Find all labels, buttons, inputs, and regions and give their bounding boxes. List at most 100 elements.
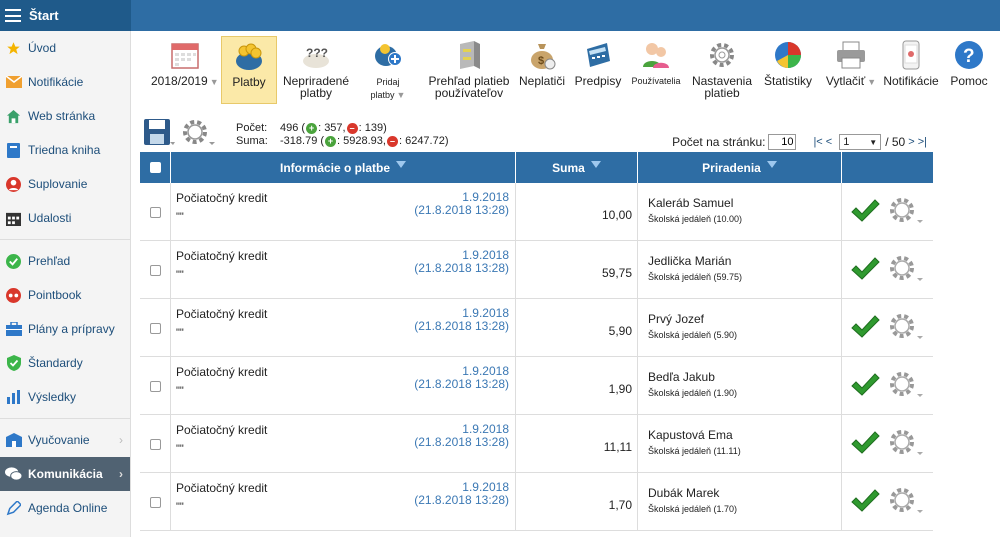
actions-cell xyxy=(842,473,933,531)
dropdown-arrow-icon: ▼ xyxy=(209,77,219,87)
sum-value: 1,90 xyxy=(608,382,632,396)
sidebar-separator xyxy=(0,418,130,419)
gear-icon[interactable] xyxy=(888,312,924,345)
calendar-icon xyxy=(5,210,22,227)
actions-cell xyxy=(842,183,933,241)
sidebar-item-web-stranka[interactable]: Web stránka xyxy=(0,99,130,133)
notifikacie-button[interactable]: Notifikácie xyxy=(883,39,939,87)
select-all-header[interactable] xyxy=(140,152,171,183)
year-selector[interactable]: 2018/2019 ▼ xyxy=(151,39,219,88)
dropdown-arrow-icon: ▼ xyxy=(867,77,877,87)
vytlacit-button[interactable]: Vytlačiť ▼ xyxy=(823,39,879,88)
person-name[interactable]: Prvý Jozef xyxy=(648,312,704,326)
filter-icon[interactable] xyxy=(396,161,407,168)
page-select[interactable]: 1 ▼ xyxy=(839,134,882,150)
save-icon[interactable] xyxy=(143,118,175,151)
payment-created: (21.8.2018 13:28) xyxy=(414,377,509,391)
gear-icon[interactable] xyxy=(888,254,924,287)
row-checkbox[interactable] xyxy=(149,438,161,450)
pomoc-button[interactable]: ? Pomoc xyxy=(947,39,991,87)
vytlacit-label-row: Vytlačiť ▼ xyxy=(826,75,876,88)
payment-title: Počiatočný kredit xyxy=(176,191,268,205)
per-page-input[interactable] xyxy=(768,134,797,150)
sidebar-item-udalosti[interactable]: Udalosti xyxy=(0,201,130,235)
gear-icon[interactable] xyxy=(181,118,215,151)
dropdown-arrow-icon: ▼ xyxy=(396,90,406,100)
nepriradene-platby-button[interactable]: ??? Nepriradené platby xyxy=(281,39,351,99)
sidebar-item-suplovanie[interactable]: Suplovanie xyxy=(0,167,130,201)
check-icon[interactable] xyxy=(850,256,880,284)
nastavenia-platieb-button[interactable]: Nastavenia platieb xyxy=(689,39,755,99)
page-value: 1 xyxy=(843,136,850,148)
payment-note: "" xyxy=(176,443,184,455)
actions-cell xyxy=(842,415,933,473)
start-menu[interactable]: Štart xyxy=(0,0,131,31)
sidebar-item-komunikacia[interactable]: Komunikácia › xyxy=(0,457,130,491)
book-icon xyxy=(5,142,22,159)
check-icon[interactable] xyxy=(850,430,880,458)
person-name[interactable]: Bedľa Jakub xyxy=(648,370,715,384)
sidebar-item-prehlad[interactable]: Prehľad xyxy=(0,244,130,278)
check-icon[interactable] xyxy=(850,198,880,226)
person-name[interactable]: Kapustová Ema xyxy=(648,428,733,442)
row-checkbox[interactable] xyxy=(149,380,161,392)
sidebar-item-uvod[interactable]: Úvod xyxy=(0,31,130,65)
gear-icon[interactable] xyxy=(888,370,924,403)
sidebar-item-triedna-kniha[interactable]: Triedna kniha xyxy=(0,133,130,167)
sidebar-item-standardy[interactable]: Štandardy xyxy=(0,346,130,380)
sidebar-item-plany-a-pripravy[interactable]: Plány a prípravy xyxy=(0,312,130,346)
assignment-detail: Školská jedáleň (1.90) xyxy=(648,388,738,398)
sidebar-item-agenda-online[interactable]: Agenda Online xyxy=(0,491,130,525)
sum-value: 1,70 xyxy=(608,498,632,512)
start-title[interactable]: Štart xyxy=(29,8,59,23)
person-icon xyxy=(5,176,22,193)
pocet-total: 496 ( xyxy=(280,122,306,134)
sidebar-item-pointbook[interactable]: Pointbook xyxy=(0,278,130,312)
platby-button[interactable]: Platby xyxy=(221,36,277,104)
sidebar-item-label: Výsledky xyxy=(28,390,77,404)
filter-icon[interactable] xyxy=(766,161,777,168)
row-checkbox[interactable] xyxy=(149,496,161,508)
predpisy-button[interactable]: Predpisy xyxy=(573,39,623,87)
statistiky-button[interactable]: Štatistiky xyxy=(763,39,813,87)
first-prev-link[interactable]: |< < xyxy=(813,136,832,148)
pridaj-label-row: Pridaj platby ▼ xyxy=(358,75,418,101)
gear-icon[interactable] xyxy=(888,196,924,229)
header-suma[interactable]: Suma xyxy=(516,152,638,183)
sum-value: 59,75 xyxy=(601,266,632,280)
dropdown-arrow-icon: ▼ xyxy=(869,137,878,147)
row-checkbox[interactable] xyxy=(149,206,161,218)
sidebar-item-notifikacie[interactable]: Notifikácie xyxy=(0,65,130,99)
person-name[interactable]: Jedlička Marián xyxy=(648,254,731,268)
assignment-detail: Školská jedáleň (10.00) xyxy=(648,214,743,224)
gear-icon[interactable] xyxy=(888,486,924,519)
neplatici-button[interactable]: $ Neplatiči xyxy=(516,39,568,87)
filter-icon[interactable] xyxy=(590,161,601,168)
header-info[interactable]: Informácie o platbe xyxy=(171,152,516,183)
row-checkbox[interactable] xyxy=(149,264,161,276)
check-icon[interactable] xyxy=(850,488,880,516)
export-tools xyxy=(143,118,215,151)
payment-note: "" xyxy=(176,269,184,281)
person-name[interactable]: Kaleráb Samuel xyxy=(648,196,733,210)
pouzivatelia-button[interactable]: Používatelia xyxy=(628,39,684,87)
pridaj-platby-button[interactable]: Pridaj platby ▼ xyxy=(358,39,418,101)
prehlad-platieb-button[interactable]: Prehľad platieb používateľov xyxy=(427,39,511,99)
payment-note: "" xyxy=(176,211,184,223)
table-row: Počiatočný kredit "" 1.9.2018 (21.8.2018 … xyxy=(140,299,933,357)
coins-basket-icon xyxy=(233,40,265,72)
pointbook-icon xyxy=(5,287,22,304)
check-icon[interactable] xyxy=(850,314,880,342)
next-last-link[interactable]: > >| xyxy=(908,136,927,148)
hamburger-icon[interactable] xyxy=(5,9,21,22)
row-checkbox[interactable] xyxy=(149,322,161,334)
sidebar-item-label: Triedna kniha xyxy=(28,143,101,157)
check-icon[interactable] xyxy=(850,372,880,400)
select-all-checkbox[interactable] xyxy=(149,162,161,173)
sidebar-item-vysledky[interactable]: Výsledky xyxy=(0,380,130,414)
header-priradenia[interactable]: Priradenia xyxy=(638,152,842,183)
gear-icon[interactable] xyxy=(888,428,924,461)
sidebar-item-vyucovanie[interactable]: Vyučovanie › xyxy=(0,423,130,457)
person-name[interactable]: Dubák Marek xyxy=(648,486,719,500)
row-select-cell xyxy=(140,357,171,415)
